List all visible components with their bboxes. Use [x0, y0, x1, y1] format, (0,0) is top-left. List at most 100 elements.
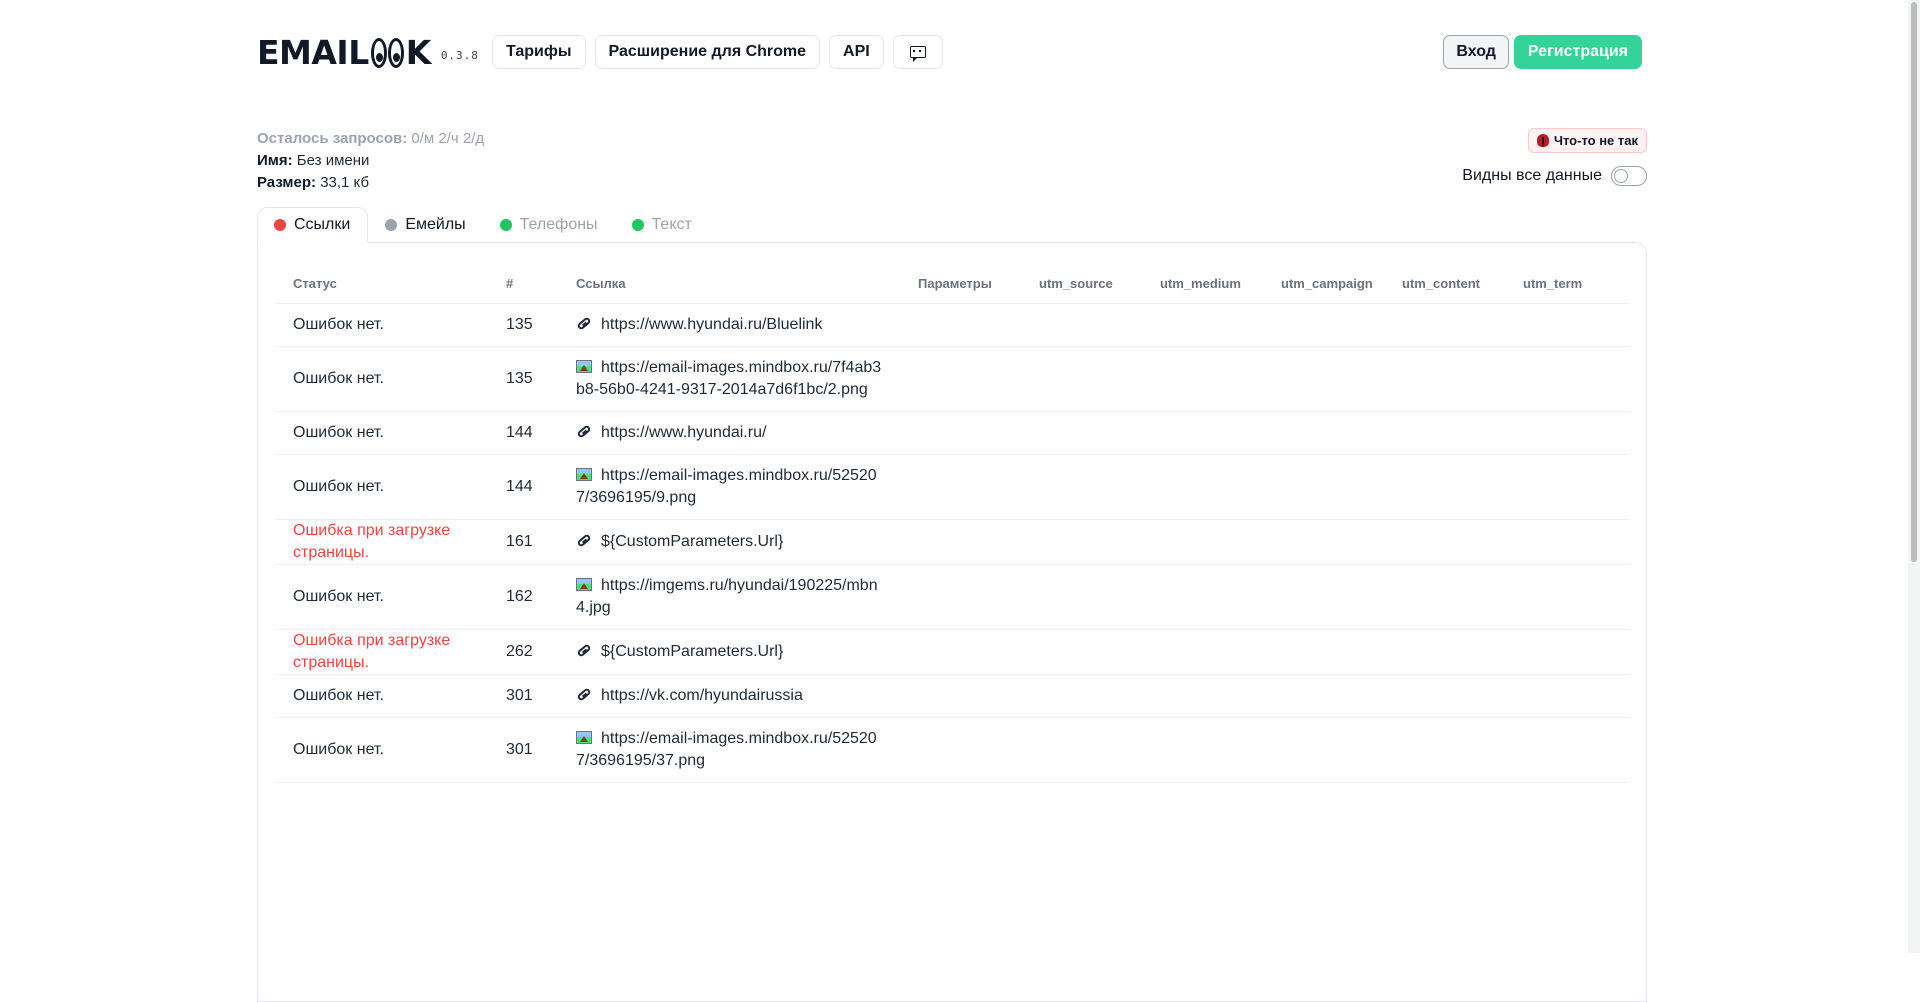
column-header-number[interactable]: #	[488, 264, 558, 304]
tab-phones[interactable]: Телефоны	[483, 207, 615, 243]
utm-source-cell	[1021, 674, 1142, 718]
requests-remaining: Осталось запросов: 0/м 2/ч 2/д	[257, 128, 484, 150]
utm-source-cell	[1021, 303, 1142, 347]
table-row: Ошибок нет. 162 https://imgems.ru/hyundai/…	[275, 564, 1630, 630]
status-cell: Ошибок нет.	[275, 717, 488, 783]
params-cell	[900, 454, 1021, 520]
line-number-cell: 135	[488, 346, 558, 412]
tab-text[interactable]: Текст	[615, 207, 709, 243]
report-problem-label: Что-то не так	[1553, 133, 1638, 148]
nav-api-button[interactable]: API	[829, 35, 884, 69]
utm-medium-cell	[1142, 303, 1263, 347]
link-cell: https://imgems.ru/hyundai/190225/mbn4.jp…	[558, 564, 900, 630]
utm-source-cell	[1021, 519, 1142, 565]
params-cell	[900, 346, 1021, 412]
link-url[interactable]: https://www.hyundai.ru/Bluelink	[601, 316, 822, 333]
column-header-link[interactable]: Ссылка	[558, 264, 900, 304]
utm-term-cell	[1505, 303, 1630, 347]
link-url[interactable]: https://email-images.mindbox.ru/525207/3…	[576, 730, 877, 769]
status-dot-icon	[499, 219, 512, 231]
scrollbar-thumb[interactable]	[1911, 2, 1917, 562]
link-wrapper: ${CustomParameters.Url}	[576, 521, 886, 563]
utm-content-cell	[1384, 629, 1505, 675]
name-label: Имя:	[257, 152, 293, 169]
link-wrapper: https://email-images.mindbox.ru/7f4ab3b8…	[576, 347, 886, 411]
link-icon	[576, 317, 592, 331]
links-panel: Статус # Ссылка Параметры utm_source utm…	[257, 242, 1647, 1002]
column-header-utm-medium[interactable]: utm_medium	[1142, 264, 1263, 304]
link-cell: https://email-images.mindbox.ru/525207/3…	[558, 454, 900, 520]
status-cell: Ошибок нет.	[275, 303, 488, 347]
auth-buttons: Вход Регистрация	[1443, 35, 1642, 69]
column-header-utm-source[interactable]: utm_source	[1021, 264, 1142, 304]
link-url[interactable]: https://www.hyundai.ru/	[601, 424, 766, 441]
column-header-utm-campaign[interactable]: utm_campaign	[1263, 264, 1384, 304]
params-cell	[900, 564, 1021, 630]
link-cell: https://www.hyundai.ru/Bluelink	[558, 303, 900, 347]
utm-medium-cell	[1142, 519, 1263, 565]
link-url[interactable]: ${CustomParameters.Url}	[601, 643, 783, 660]
status-cell: Ошибок нет.	[275, 454, 488, 520]
vertical-scrollbar[interactable]	[1908, 0, 1920, 953]
link-icon	[576, 644, 592, 658]
link-url[interactable]: https://email-images.mindbox.ru/7f4ab3b8…	[576, 359, 881, 398]
link-url[interactable]: ${CustomParameters.Url}	[601, 533, 783, 550]
link-url[interactable]: https://vk.com/hyundairussia	[601, 687, 803, 704]
utm-campaign-cell	[1263, 303, 1384, 347]
table-row: Ошибка при загрузке страницы. 161 ${Custom…	[275, 519, 1630, 565]
column-header-utm-content[interactable]: utm_content	[1384, 264, 1505, 304]
logo[interactable]: EMAIL K 0.3.8	[257, 34, 479, 72]
column-header-status[interactable]: Статус	[275, 264, 488, 304]
link-wrapper: https://www.hyundai.ru/Bluelink	[576, 304, 886, 346]
utm-term-cell	[1505, 564, 1630, 630]
show-all-data-toggle[interactable]	[1611, 166, 1647, 186]
utm-source-cell	[1021, 346, 1142, 412]
params-cell	[900, 717, 1021, 783]
report-problem-button[interactable]: Что-то не так	[1527, 128, 1647, 153]
feedback-button[interactable]	[892, 35, 943, 69]
requests-value: 0/м 2/ч 2/д	[411, 130, 485, 147]
tab-label: Текст	[651, 216, 692, 233]
utm-term-cell	[1505, 346, 1630, 412]
utm-campaign-cell	[1263, 411, 1384, 455]
header: EMAIL K 0.3.8 Тарифы Расширение для Chro…	[257, 34, 1647, 72]
link-url[interactable]: https://imgems.ru/hyundai/190225/mbn4.jp…	[576, 577, 878, 616]
line-number-cell: 262	[488, 629, 558, 675]
nav-pricing-button[interactable]: Тарифы	[492, 35, 586, 69]
table-body: Ошибок нет. 135 https://www.hyundai.ru/Blu…	[275, 303, 1630, 783]
show-all-data-label: Видны все данные	[1462, 167, 1602, 184]
table-row: Ошибок нет. 301 https://email-images.mindb…	[275, 717, 1630, 783]
login-button[interactable]: Вход	[1443, 35, 1509, 69]
tab-label: Телефоны	[519, 216, 598, 233]
size-label: Размер:	[257, 174, 317, 191]
signup-button[interactable]: Регистрация	[1513, 35, 1642, 69]
tab-emails[interactable]: Емейлы	[368, 207, 482, 243]
utm-medium-cell	[1142, 346, 1263, 412]
link-icon	[576, 534, 592, 548]
utm-source-cell	[1021, 411, 1142, 455]
status-cell: Ошибок нет.	[275, 411, 488, 455]
column-header-params[interactable]: Параметры	[900, 264, 1021, 304]
utm-medium-cell	[1142, 629, 1263, 675]
email-name: Имя: Без имени	[257, 150, 484, 172]
link-url[interactable]: https://email-images.mindbox.ru/525207/3…	[576, 467, 877, 506]
utm-campaign-cell	[1263, 519, 1384, 565]
tab-links[interactable]: Ссылки	[257, 207, 369, 243]
logo-eyes-icon	[370, 38, 404, 68]
line-number-cell: 135	[488, 303, 558, 347]
link-wrapper: https://www.hyundai.ru/	[576, 412, 886, 454]
toggle-knob	[1614, 169, 1628, 183]
link-wrapper: https://email-images.mindbox.ru/525207/3…	[576, 718, 886, 782]
link-wrapper: ${CustomParameters.Url}	[576, 631, 886, 673]
table-row: Ошибок нет. 135 https://www.hyundai.ru/Blu…	[275, 303, 1630, 347]
utm-content-cell	[1384, 717, 1505, 783]
line-number-cell: 301	[488, 717, 558, 783]
logo-text-left: EMAIL	[257, 33, 369, 72]
utm-term-cell	[1505, 454, 1630, 520]
utm-term-cell	[1505, 411, 1630, 455]
column-header-utm-term[interactable]: utm_term	[1505, 264, 1630, 304]
utm-term-cell	[1505, 519, 1630, 565]
link-icon	[576, 688, 592, 702]
line-number-cell: 161	[488, 519, 558, 565]
nav-chrome-extension-button[interactable]: Расширение для Chrome	[594, 35, 821, 69]
